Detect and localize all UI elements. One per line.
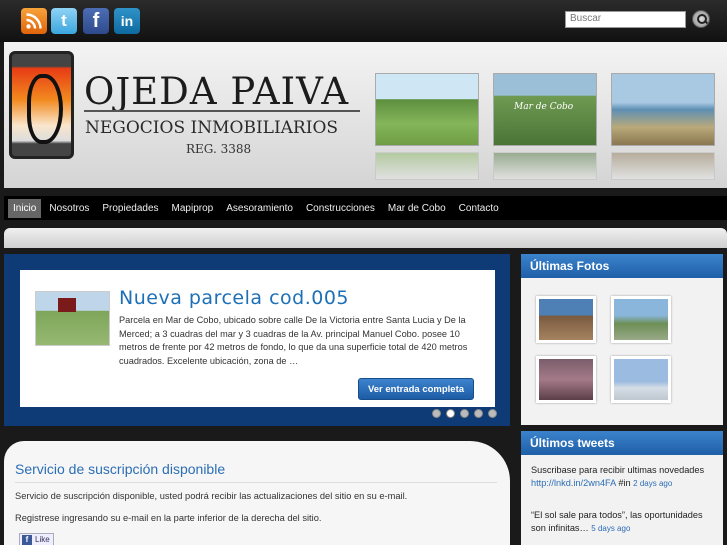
search-input[interactable]: Buscar: [565, 11, 686, 28]
read-more-button[interactable]: Ver entrada completa: [358, 378, 474, 400]
brand-subtitle: NEGOCIOS INMOBILIARIOS: [85, 118, 339, 138]
photo-reflection: [611, 152, 715, 180]
facebook-like-button[interactable]: Like: [19, 533, 54, 545]
post-paragraph: Registrese ingresando su e-mail en la pa…: [15, 513, 322, 523]
nav-item-asesoramiento[interactable]: Asesoramiento: [221, 199, 298, 218]
slide-thumbnail[interactable]: [35, 291, 110, 346]
tweet-text: Suscribase para recibir ultimas novedade…: [531, 465, 705, 475]
photo-thumbnail[interactable]: [611, 356, 671, 403]
main-content: Servicio de suscripción disponible Servi…: [4, 441, 510, 545]
widget-title: Últimos tweets: [521, 431, 723, 455]
linkedin-icon[interactable]: in: [114, 8, 140, 34]
section-separator: [4, 228, 727, 248]
slider-dot-active[interactable]: [446, 409, 455, 418]
nav-item-propiedades[interactable]: Propiedades: [97, 199, 163, 218]
slide-excerpt: Parcela en Mar de Cobo, ubicado sobre ca…: [119, 315, 468, 366]
tweet-link[interactable]: http://lnkd.in/2wn4FA: [531, 478, 616, 488]
nav-item-nosotros[interactable]: Nosotros: [44, 199, 94, 218]
top-bar: t f in Buscar: [0, 0, 727, 42]
seahorse-logo[interactable]: [9, 51, 74, 159]
post-title[interactable]: Servicio de suscripción disponible: [15, 461, 225, 477]
slider-dot[interactable]: [432, 409, 441, 418]
slider-dot[interactable]: [460, 409, 469, 418]
tweet-time[interactable]: 2 days ago: [633, 479, 672, 488]
post-paragraph: Servicio de suscripción disponible, uste…: [15, 491, 408, 501]
nav-item-mar-de-cobo[interactable]: Mar de Cobo: [383, 199, 451, 218]
photo-reflection: [375, 152, 479, 180]
nav-item-mapiprop[interactable]: Mapiprop: [167, 199, 219, 218]
photo-reflection: [493, 152, 597, 180]
nav-item-inicio[interactable]: Inicio: [8, 198, 42, 218]
header-photo: [375, 73, 479, 146]
brand-title: OJEDA PAIVA: [84, 70, 350, 113]
twitter-icon[interactable]: t: [51, 8, 77, 34]
tweet-time[interactable]: 5 days ago: [591, 524, 630, 533]
widget-title: Últimas Fotos: [521, 254, 723, 278]
slide-title[interactable]: Nueva parcela cod.005: [119, 287, 349, 309]
tweet-item: Suscribase para recibir ultimas novedade…: [531, 464, 716, 490]
photo-thumbnail[interactable]: [611, 296, 671, 343]
photo-thumbnail[interactable]: [536, 356, 596, 403]
latest-tweets-widget: Últimos tweets Suscribase para recibir u…: [521, 431, 723, 545]
rss-glyph: [26, 13, 42, 29]
brand-divider: [84, 110, 360, 112]
seahorse-icon: [27, 74, 63, 144]
site-header: OJEDA PAIVA NEGOCIOS INMOBILIARIOS REG. …: [4, 42, 727, 188]
photo-thumbnail[interactable]: [536, 296, 596, 343]
nav-item-construcciones[interactable]: Construcciones: [301, 199, 380, 218]
brand-registration: REG. 3388: [186, 142, 252, 156]
search-icon[interactable]: [692, 10, 710, 28]
divider: [15, 482, 497, 483]
tweet-hashtag[interactable]: #in: [616, 478, 630, 488]
slider-dot[interactable]: [474, 409, 483, 418]
slider-pagination: [432, 409, 497, 418]
header-photo: Mar de Cobo: [493, 73, 597, 146]
nav-item-contacto[interactable]: Contacto: [454, 199, 504, 218]
facebook-icon[interactable]: f: [83, 8, 109, 34]
rss-icon[interactable]: [21, 8, 47, 34]
featured-slider: Nueva parcela cod.005 Parcela en Mar de …: [4, 254, 510, 426]
latest-photos-widget: Últimas Fotos: [521, 254, 723, 425]
slide-card: Nueva parcela cod.005 Parcela en Mar de …: [20, 270, 495, 407]
tweet-item: “El sol sale para todos”, las oportunida…: [531, 509, 716, 535]
photo-caption: Mar de Cobo: [514, 102, 574, 112]
slider-dot[interactable]: [488, 409, 497, 418]
header-photo: [611, 73, 715, 146]
main-nav: Inicio Nosotros Propiedades Mapiprop Ase…: [4, 196, 727, 220]
